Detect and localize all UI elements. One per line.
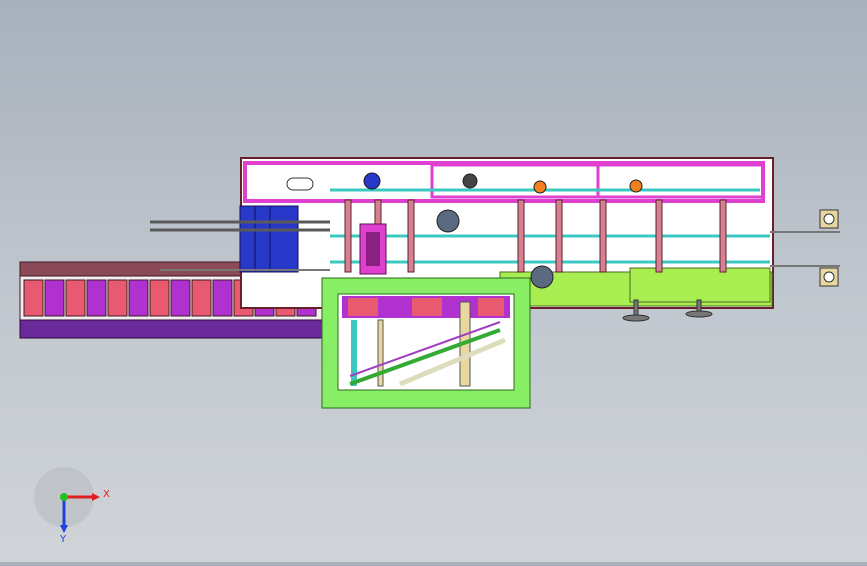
conveyor-bin <box>86 279 107 317</box>
vertical-post <box>599 199 607 273</box>
y-axis-label: Y <box>59 534 67 545</box>
end-boxes <box>819 209 839 287</box>
vertical-post <box>555 199 563 273</box>
conveyor-bin <box>170 279 191 317</box>
conveyor-bin <box>107 279 128 317</box>
magenta-mechanism <box>359 223 387 275</box>
vertical-post <box>655 199 663 273</box>
machine-assembly-drawing: X Y <box>19 157 840 545</box>
conveyor-bin <box>65 279 86 317</box>
conveyor-bin <box>128 279 149 317</box>
conveyor-bin <box>44 279 65 317</box>
vertical-post <box>719 199 727 273</box>
coordinate-triad: X Y <box>34 467 110 545</box>
cad-viewport[interactable]: X Y <box>0 0 867 562</box>
blue-block <box>239 205 299 273</box>
conveyor-bin <box>212 279 233 317</box>
vertical-post <box>344 199 352 273</box>
conveyor-bin <box>23 279 44 317</box>
vertical-post <box>517 199 525 273</box>
conveyor-bin <box>149 279 170 317</box>
green-subframe <box>321 277 531 409</box>
conveyor-bin <box>191 279 212 317</box>
x-axis-label: X <box>103 489 110 500</box>
vertical-post <box>407 199 415 273</box>
